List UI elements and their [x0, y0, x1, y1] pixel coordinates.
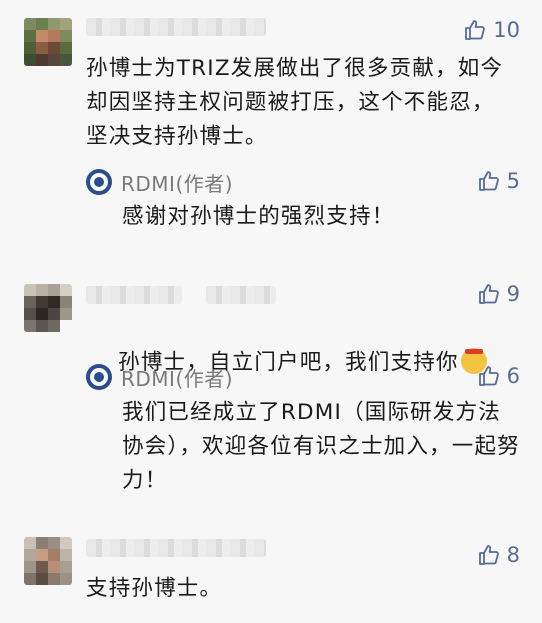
thumbs-up-icon	[463, 18, 487, 42]
reply-like-button[interactable]: 5	[477, 167, 520, 195]
thumbs-up-icon	[477, 169, 501, 193]
user-avatar[interactable]	[24, 284, 72, 332]
author-name[interactable]: RDMI(作者)	[121, 168, 233, 197]
thumbs-up-icon	[477, 364, 501, 388]
user-avatar[interactable]	[24, 537, 72, 585]
like-count: 8	[506, 543, 520, 567]
user-avatar[interactable]	[24, 18, 72, 66]
like-count: 6	[506, 364, 520, 388]
author-name[interactable]: RDMI(作者)	[121, 363, 233, 392]
rdmi-logo-icon	[86, 169, 112, 195]
like-count: 9	[506, 282, 520, 306]
like-button[interactable]: 8	[477, 541, 520, 569]
comment-text: 支持孙博士。	[86, 576, 223, 601]
user-name-blurred	[206, 286, 276, 304]
reply-like-button[interactable]: 6	[477, 362, 520, 390]
thumbs-up-icon	[477, 282, 501, 306]
user-name-blurred	[86, 18, 266, 36]
like-count: 10	[493, 18, 520, 42]
comment-text: 孙博士为TRIZ发展做出了很多贡献，如今却因坚持主权问题被打压，这个不能忍，坚决…	[86, 56, 504, 149]
like-count: 5	[506, 169, 520, 193]
author-reply-header: RDMI(作者)	[86, 167, 233, 197]
thumbs-up-icon	[477, 543, 501, 567]
user-name-blurred	[86, 539, 266, 557]
rdmi-logo-icon	[86, 364, 112, 390]
like-button[interactable]: 9	[477, 280, 520, 308]
like-button[interactable]: 10	[463, 16, 520, 44]
author-reply-header: RDMI(作者)	[86, 362, 233, 392]
reply-text: 我们已经成立了RDMI（国际研发方法协会），欢迎各位有识之士加入，一起努力！	[122, 400, 520, 493]
user-name-blurred	[86, 286, 182, 304]
reply-text: 感谢对孙博士的强烈支持！	[122, 204, 395, 229]
